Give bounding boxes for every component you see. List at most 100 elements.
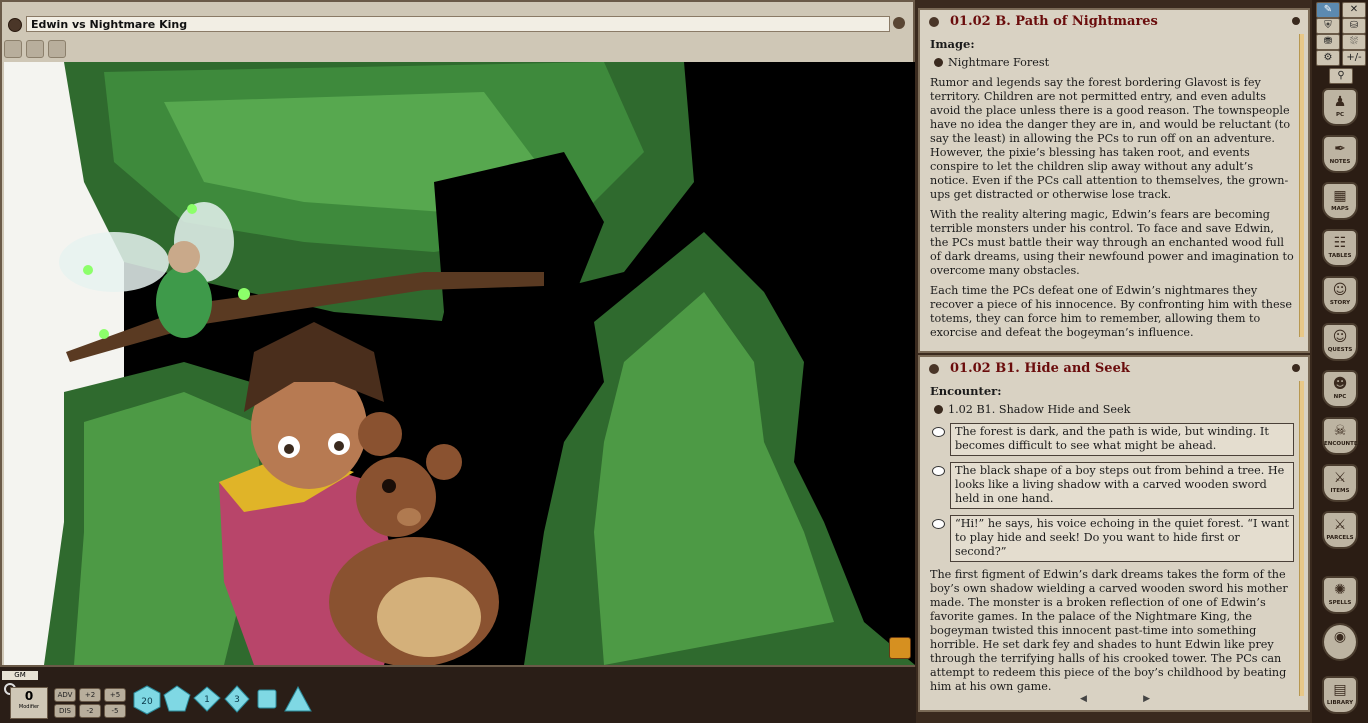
disadvantage-button[interactable]: DIS: [54, 704, 76, 718]
svg-text:3: 3: [234, 695, 240, 705]
image-link[interactable]: Nightmare Forest: [930, 56, 1294, 70]
vision-icon[interactable]: ⛃: [1316, 34, 1340, 50]
options-icon[interactable]: ⛁: [1342, 18, 1366, 34]
window-menu-icon[interactable]: [8, 18, 22, 32]
link-label: 1.02 B1. Shadow Hide and Seek: [948, 403, 1131, 416]
next-page-icon[interactable]: ▶: [1143, 692, 1150, 706]
svg-text:1: 1: [204, 695, 210, 705]
modifier-box[interactable]: 0 Modifier: [10, 687, 48, 719]
sidebar-encounters-button[interactable]: ☠ ENCOUNTERS: [1322, 417, 1366, 455]
section-heading: Image:: [930, 37, 975, 51]
read-aloud-box[interactable]: “Hi!” he says, his voice echoing in the …: [932, 515, 1294, 562]
speech-bubble-icon[interactable]: [932, 427, 945, 437]
sidebar-library-button[interactable]: ▤ LIBRARY: [1322, 676, 1358, 714]
plus-five-button[interactable]: +5: [104, 688, 126, 702]
sidebar-npc-button[interactable]: ☻ NPC: [1322, 370, 1358, 408]
scrollbar[interactable]: [1299, 34, 1304, 337]
masks-icon: ☺: [1332, 282, 1348, 298]
share-icon[interactable]: [889, 637, 911, 659]
sidebar-notes-button[interactable]: ✒ NOTES: [1322, 135, 1358, 173]
pointer-tool-icon[interactable]: ✎: [1316, 2, 1340, 18]
bottom-bar: GM 0 Modifier ADV +2 +5 DIS -2 -5 20 1 3: [0, 667, 916, 723]
paragraph: With the reality altering magic, Edwin’s…: [930, 208, 1294, 277]
speech-bubble-icon[interactable]: [932, 519, 945, 529]
link-icon: [934, 58, 943, 67]
erase-tool-icon[interactable]: [48, 40, 66, 58]
panel-title: 01.02 B. Path of Nightmares: [950, 14, 1158, 29]
sidebar-round-button[interactable]: ◉: [1322, 623, 1358, 661]
story-panel-path-of-nightmares: 01.02 B. Path of Nightmares Image: Night…: [918, 8, 1310, 353]
image-canvas[interactable]: [4, 62, 915, 665]
sidebar-items-button[interactable]: ⚔ ITEMS: [1322, 464, 1358, 502]
table-icon: ☷: [1333, 235, 1347, 251]
encounter-link[interactable]: 1.02 B1. Shadow Hide and Seek: [930, 403, 1294, 417]
minus-five-button[interactable]: -5: [104, 704, 126, 718]
book-icon: ▤: [1333, 682, 1347, 698]
image-title: Edwin vs Nightmare King: [26, 16, 890, 32]
settings-icon[interactable]: ⚙: [1316, 50, 1340, 66]
sidebar-story-button[interactable]: ☺ STORY: [1322, 276, 1358, 314]
paragraph: Each time the PCs defeat one of Edwin’s …: [930, 284, 1292, 339]
sidebar-maps-button[interactable]: ▦ MAPS: [1322, 182, 1358, 220]
link-icon: [934, 405, 943, 414]
parcel-icon: ⚔: [1333, 517, 1347, 533]
grid-icon[interactable]: ⛆: [1342, 34, 1366, 50]
npc-icon: ☻: [1332, 376, 1348, 392]
sidebar-pc-button[interactable]: ♟ PC: [1322, 88, 1358, 126]
previous-page-icon[interactable]: ◀: [1080, 692, 1087, 706]
skull-icon: ☠: [1333, 423, 1347, 439]
speech-bubble-icon[interactable]: [932, 466, 945, 476]
draw-tool-icon[interactable]: [26, 40, 44, 58]
quest-icon: ☺: [1332, 329, 1348, 345]
lock-icon[interactable]: [1292, 17, 1300, 25]
image-toolbar: [4, 40, 66, 58]
spell-icon: ✺: [1334, 582, 1346, 598]
d6-icon[interactable]: [257, 689, 277, 709]
quill-icon: ✒: [1334, 141, 1346, 157]
page-navigation: ◀ ▶: [1080, 692, 1150, 706]
forest-illustration: [4, 62, 915, 665]
link-label: Nightmare Forest: [948, 56, 1050, 69]
section-heading: Encounter:: [930, 384, 1002, 398]
mask-tool-icon[interactable]: [4, 40, 22, 58]
plus-two-button[interactable]: +2: [79, 688, 101, 702]
sidebar-quests-button[interactable]: ☺ QUESTS: [1322, 323, 1358, 361]
image-window: Edwin vs Nightmare King: [0, 0, 915, 667]
d4-icon[interactable]: [284, 686, 312, 712]
sidebar-spells-button[interactable]: ✺ SPELLS: [1322, 576, 1358, 614]
advantage-button[interactable]: ADV: [54, 688, 76, 702]
d20-icon[interactable]: 20: [132, 685, 162, 715]
sidebar-parcels-button[interactable]: ⚔ PARCELS: [1322, 511, 1358, 549]
read-aloud-text: The forest is dark, and the path is wide…: [955, 425, 1269, 452]
assets-icon: ◉: [1333, 629, 1347, 645]
sword-icon: ⚔: [1333, 470, 1347, 486]
pc-icon: ♟: [1333, 94, 1347, 110]
modifier-label: Modifier: [18, 704, 40, 710]
svg-text:20: 20: [141, 697, 153, 707]
lighting-icon[interactable]: ⛨: [1316, 18, 1340, 34]
d8-icon[interactable]: 3: [224, 685, 250, 713]
panel-menu-icon[interactable]: [929, 17, 939, 27]
minus-two-button[interactable]: -2: [79, 704, 101, 718]
zoom-icon[interactable]: +/-: [1342, 50, 1366, 66]
panel-menu-icon[interactable]: [929, 364, 939, 374]
story-panel-hide-and-seek: 01.02 B1. Hide and Seek Encounter: 1.02 …: [918, 355, 1310, 712]
modifier-value: 0: [24, 689, 34, 703]
read-aloud-text: “Hi!” he says, his voice echoing in the …: [955, 517, 1289, 558]
paragraph: Rumor and legends say the forest borderi…: [930, 76, 1291, 201]
lock-icon[interactable]: [1292, 364, 1300, 372]
paragraph: The first figment of Edwin’s dark dreams…: [930, 568, 1288, 693]
read-aloud-box[interactable]: The forest is dark, and the path is wide…: [932, 423, 1294, 456]
close-icon[interactable]: [893, 17, 905, 29]
map-icon: ▦: [1333, 188, 1347, 204]
cancel-tool-icon[interactable]: ✕: [1342, 2, 1366, 18]
person-icon[interactable]: ⚲: [1329, 68, 1353, 84]
d12-icon[interactable]: [163, 685, 191, 713]
gm-label: GM: [2, 671, 38, 680]
scrollbar[interactable]: [1299, 381, 1304, 696]
read-aloud-box[interactable]: The black shape of a boy steps out from …: [932, 462, 1294, 509]
image-titlebar[interactable]: Edwin vs Nightmare King: [6, 14, 911, 36]
sidebar-tables-button[interactable]: ☷ TABLES: [1322, 229, 1358, 267]
d10-icon[interactable]: 1: [193, 686, 221, 712]
read-aloud-text: The black shape of a boy steps out from …: [955, 464, 1285, 505]
